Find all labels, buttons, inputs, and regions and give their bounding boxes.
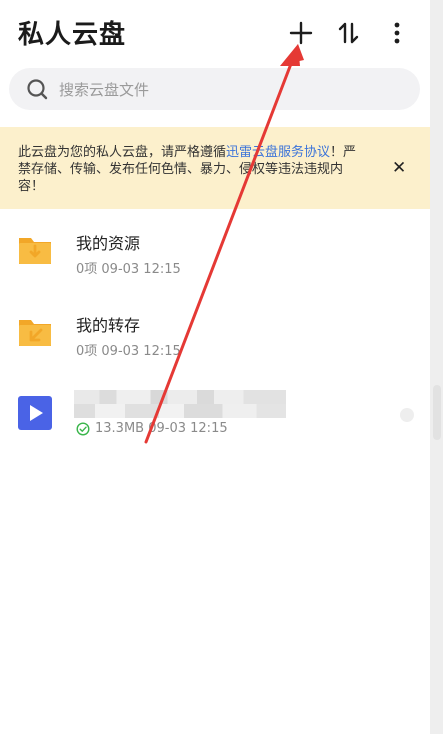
search-icon xyxy=(27,79,48,100)
search-placeholder: 搜索云盘文件 xyxy=(59,81,150,99)
file-meta: 0项 09-03 12:15 xyxy=(76,262,181,277)
blurred-file-name xyxy=(74,390,286,418)
scroll-thumb[interactable] xyxy=(433,385,441,440)
plus-icon xyxy=(289,21,313,45)
notice-banner: 此云盘为您的私人云盘，请严格遵循迅雷云盘服务协议！严禁存储、传输、发布任何色情、… xyxy=(0,127,430,209)
more-options-dot[interactable] xyxy=(400,408,414,422)
list-item-my-transfers[interactable]: 我的转存 0项 09-03 12:15 xyxy=(0,296,430,376)
notice-text: 此云盘为您的私人云盘，请严格遵循迅雷云盘服务协议！严禁存储、传输、发布任何色情、… xyxy=(18,144,364,195)
right-edge-panel xyxy=(430,0,443,734)
more-button[interactable] xyxy=(380,16,414,50)
close-icon[interactable]: ✕ xyxy=(392,158,406,178)
list-item-my-resources[interactable]: 我的资源 0项 09-03 12:15 xyxy=(0,214,430,294)
sort-icon xyxy=(338,22,359,44)
add-button[interactable] xyxy=(284,16,318,50)
sort-button[interactable] xyxy=(332,16,366,50)
search-input[interactable]: 搜索云盘文件 xyxy=(9,68,420,110)
notice-text-before: 此云盘为您的私人云盘，请严格遵循 xyxy=(18,145,227,160)
service-agreement-link[interactable]: 迅雷云盘服务协议 xyxy=(226,145,330,160)
page-title: 私人云盘 xyxy=(18,20,127,50)
top-bar: 私人云盘 xyxy=(0,0,430,66)
synced-check-icon xyxy=(76,422,90,436)
file-meta: 13.3MB 09-03 12:15 xyxy=(95,421,228,436)
video-file-icon xyxy=(18,396,52,430)
transfer-folder-icon xyxy=(19,320,51,346)
file-date: 09-03 12:15 xyxy=(148,421,228,436)
file-name: 我的资源 xyxy=(76,234,141,253)
file-size: 13.3MB xyxy=(95,421,145,436)
file-meta: 0项 09-03 12:15 xyxy=(76,344,181,359)
file-name: 我的转存 xyxy=(76,316,141,335)
download-folder-icon xyxy=(19,238,51,264)
more-vertical-icon xyxy=(394,22,400,44)
